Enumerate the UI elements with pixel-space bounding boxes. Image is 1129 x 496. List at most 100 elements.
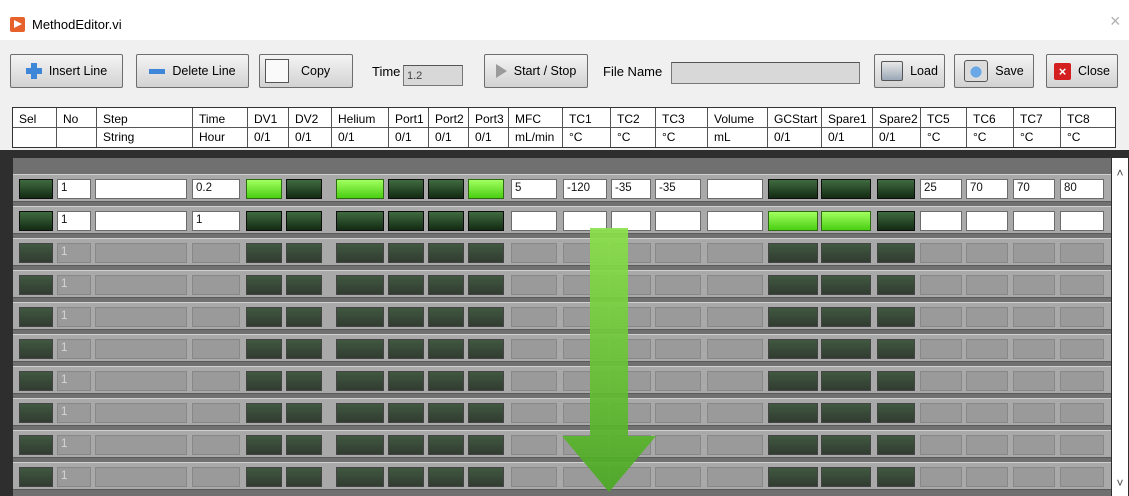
led-gcstart[interactable] xyxy=(768,371,818,391)
led-port1[interactable] xyxy=(388,275,424,295)
field-tc8[interactable] xyxy=(1060,339,1104,359)
field-mfc[interactable] xyxy=(511,467,557,487)
field-tc3[interactable] xyxy=(655,275,701,295)
field-tc1[interactable] xyxy=(563,371,607,391)
led-sel[interactable] xyxy=(19,403,53,423)
led-helium[interactable] xyxy=(336,403,384,423)
field-tc2[interactable] xyxy=(611,371,651,391)
insert-line-button[interactable]: Insert Line xyxy=(10,54,123,88)
field-volume[interactable] xyxy=(707,403,763,423)
field-no[interactable]: 1 xyxy=(57,339,91,359)
field-volume[interactable] xyxy=(707,339,763,359)
led-spare1[interactable] xyxy=(821,467,871,487)
led-dv1[interactable] xyxy=(246,467,282,487)
field-tc7[interactable]: 70 xyxy=(1013,179,1055,199)
led-dv1[interactable] xyxy=(246,371,282,391)
field-mfc[interactable] xyxy=(511,339,557,359)
led-dv1[interactable] xyxy=(246,403,282,423)
led-port2[interactable] xyxy=(428,211,464,231)
field-no[interactable]: 1 xyxy=(57,371,91,391)
led-gcstart[interactable] xyxy=(768,211,818,231)
field-volume[interactable] xyxy=(707,435,763,455)
led-port3[interactable] xyxy=(468,211,504,231)
field-tc5[interactable]: 25 xyxy=(920,179,962,199)
led-port3[interactable] xyxy=(468,275,504,295)
field-tc8[interactable] xyxy=(1060,243,1104,263)
field-mfc[interactable] xyxy=(511,403,557,423)
field-tc7[interactable] xyxy=(1013,339,1055,359)
led-dv1[interactable] xyxy=(246,339,282,359)
field-mfc[interactable] xyxy=(511,435,557,455)
led-spare2[interactable] xyxy=(877,403,915,423)
led-helium[interactable] xyxy=(336,371,384,391)
led-spare1[interactable] xyxy=(821,339,871,359)
field-step[interactable] xyxy=(95,179,187,199)
field-no[interactable]: 1 xyxy=(57,179,91,199)
field-time[interactable] xyxy=(192,371,240,391)
field-time[interactable]: 0.2 xyxy=(192,179,240,199)
field-tc2[interactable] xyxy=(611,403,651,423)
led-dv1[interactable] xyxy=(246,435,282,455)
field-no[interactable]: 1 xyxy=(57,467,91,487)
field-mfc[interactable] xyxy=(511,371,557,391)
led-spare1[interactable] xyxy=(821,403,871,423)
led-port3[interactable] xyxy=(468,243,504,263)
led-spare1[interactable] xyxy=(821,243,871,263)
field-tc7[interactable] xyxy=(1013,211,1055,231)
field-volume[interactable] xyxy=(707,211,763,231)
field-tc3[interactable] xyxy=(655,371,701,391)
field-tc6[interactable] xyxy=(966,211,1008,231)
led-dv2[interactable] xyxy=(286,403,322,423)
field-tc1[interactable] xyxy=(563,275,607,295)
led-port1[interactable] xyxy=(388,339,424,359)
close-button[interactable]: × Close xyxy=(1046,54,1118,88)
field-mfc[interactable]: 5 xyxy=(511,179,557,199)
field-time[interactable] xyxy=(192,275,240,295)
field-tc2[interactable] xyxy=(611,467,651,487)
led-port2[interactable] xyxy=(428,275,464,295)
field-tc2[interactable] xyxy=(611,307,651,327)
led-gcstart[interactable] xyxy=(768,275,818,295)
led-port2[interactable] xyxy=(428,179,464,199)
led-dv2[interactable] xyxy=(286,371,322,391)
field-tc6[interactable] xyxy=(966,307,1008,327)
led-helium[interactable] xyxy=(336,307,384,327)
field-volume[interactable] xyxy=(707,467,763,487)
led-port2[interactable] xyxy=(428,243,464,263)
field-volume[interactable] xyxy=(707,371,763,391)
field-tc7[interactable] xyxy=(1013,435,1055,455)
field-tc7[interactable] xyxy=(1013,307,1055,327)
led-dv2[interactable] xyxy=(286,243,322,263)
delete-line-button[interactable]: Delete Line xyxy=(136,54,249,88)
field-tc6[interactable] xyxy=(966,275,1008,295)
led-sel[interactable] xyxy=(19,243,53,263)
field-tc8[interactable] xyxy=(1060,371,1104,391)
field-tc7[interactable] xyxy=(1013,467,1055,487)
led-port3[interactable] xyxy=(468,307,504,327)
field-tc5[interactable] xyxy=(920,275,962,295)
field-time[interactable] xyxy=(192,243,240,263)
led-port2[interactable] xyxy=(428,339,464,359)
field-time[interactable] xyxy=(192,307,240,327)
led-sel[interactable] xyxy=(19,307,53,327)
field-tc1[interactable] xyxy=(563,435,607,455)
field-tc1[interactable] xyxy=(563,307,607,327)
field-tc5[interactable] xyxy=(920,403,962,423)
led-sel[interactable] xyxy=(19,467,53,487)
scroll-up-arrow-icon[interactable]: ˄ xyxy=(1112,166,1128,180)
led-helium[interactable] xyxy=(336,243,384,263)
field-mfc[interactable] xyxy=(511,211,557,231)
field-no[interactable]: 1 xyxy=(57,211,91,231)
led-dv2[interactable] xyxy=(286,179,322,199)
field-tc8[interactable] xyxy=(1060,211,1104,231)
field-step[interactable] xyxy=(95,307,187,327)
field-tc8[interactable] xyxy=(1060,403,1104,423)
field-tc6[interactable] xyxy=(966,339,1008,359)
field-no[interactable]: 1 xyxy=(57,403,91,423)
led-dv1[interactable] xyxy=(246,307,282,327)
field-tc2[interactable]: -35 xyxy=(611,179,651,199)
led-port2[interactable] xyxy=(428,307,464,327)
field-tc2[interactable] xyxy=(611,211,651,231)
led-port3[interactable] xyxy=(468,179,504,199)
field-tc5[interactable] xyxy=(920,211,962,231)
